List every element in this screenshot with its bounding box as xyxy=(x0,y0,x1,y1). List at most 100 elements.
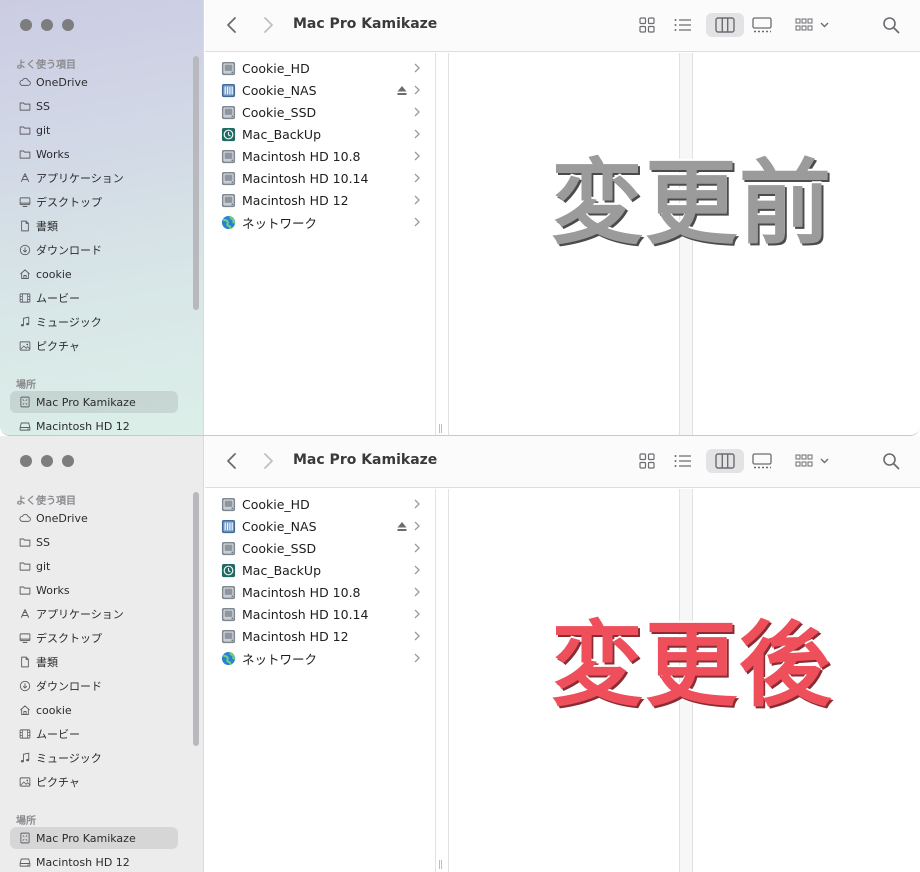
sidebar-scrollbar[interactable] xyxy=(193,56,199,310)
search-button[interactable] xyxy=(877,449,905,473)
volume-label: Macintosh HD 10.14 xyxy=(242,606,369,622)
volume-row[interactable]: Cookie_HD xyxy=(221,57,421,79)
forward-button[interactable] xyxy=(257,14,279,36)
sidebar-item[interactable]: アプリケーション xyxy=(10,603,178,625)
hard-drive-icon xyxy=(221,61,236,76)
sidebar-item[interactable]: 書類 xyxy=(10,651,178,673)
close-button[interactable] xyxy=(20,19,32,31)
gallery-view-button[interactable] xyxy=(748,449,776,473)
list-view-icon xyxy=(674,19,691,31)
gallery-view-button[interactable] xyxy=(748,13,776,37)
list-view-button[interactable] xyxy=(669,449,697,473)
volume-row[interactable]: Cookie_HD xyxy=(221,493,421,515)
icon-view-button[interactable] xyxy=(633,449,661,473)
sidebar-item[interactable]: SS xyxy=(10,95,178,117)
column-resize-handle[interactable]: || xyxy=(438,860,443,870)
nas-drive-icon xyxy=(221,83,236,98)
eject-icon[interactable] xyxy=(397,520,407,531)
sidebar-item[interactable]: アプリケーション xyxy=(10,167,178,189)
sidebar-item[interactable]: デスクトップ xyxy=(10,627,178,649)
group-by-button[interactable] xyxy=(793,13,833,37)
folder-icon xyxy=(18,99,32,113)
music-icon xyxy=(18,751,32,765)
toolbar: Mac Pro Kamikaze xyxy=(205,436,920,488)
sidebar-item-label: Works xyxy=(36,147,70,161)
sidebar-item[interactable]: git xyxy=(10,555,178,577)
volume-row[interactable]: Mac_BackUp xyxy=(221,559,421,581)
list-view-icon xyxy=(674,455,691,467)
minimize-button[interactable] xyxy=(41,455,53,467)
volume-row[interactable]: Cookie_SSD xyxy=(221,537,421,559)
folder-icon xyxy=(18,559,32,573)
sidebar-item[interactable]: cookie xyxy=(10,699,178,721)
sidebar-item-label: ミュージック xyxy=(36,752,102,765)
volume-row[interactable]: Mac_BackUp xyxy=(221,123,421,145)
volume-row[interactable]: Cookie_NAS xyxy=(221,515,421,537)
zoom-button[interactable] xyxy=(62,455,74,467)
search-icon xyxy=(883,453,900,470)
sidebar-item[interactable]: ムービー xyxy=(10,287,178,309)
column-view-button[interactable] xyxy=(706,449,744,473)
sidebar-item[interactable]: git xyxy=(10,119,178,141)
list-view-button[interactable] xyxy=(669,13,697,37)
sidebar-item[interactable]: Macintosh HD 12 xyxy=(10,851,178,872)
back-button[interactable] xyxy=(221,14,243,36)
back-button[interactable] xyxy=(221,450,243,472)
desktop-icon xyxy=(18,631,32,645)
sidebar-section-favorites: よく使う項目 xyxy=(16,496,76,507)
icon-view-button[interactable] xyxy=(633,13,661,37)
chevron-right-icon xyxy=(413,608,421,620)
icon-view-icon xyxy=(639,453,655,469)
toolbar: Mac Pro Kamikaze xyxy=(205,0,920,52)
volume-row[interactable]: Macintosh HD 12 xyxy=(221,189,421,211)
hard-drive-icon xyxy=(221,193,236,208)
sidebar-item[interactable]: SS xyxy=(10,531,178,553)
sidebar-item[interactable]: ムービー xyxy=(10,723,178,745)
volume-row[interactable]: Macintosh HD 10.8 xyxy=(221,581,421,603)
folder-icon xyxy=(18,535,32,549)
sidebar-item[interactable]: ミュージック xyxy=(10,311,178,333)
sidebar-item[interactable]: ダウンロード xyxy=(10,239,178,261)
column-view-button[interactable] xyxy=(706,13,744,37)
sidebar-item[interactable]: Works xyxy=(10,143,178,165)
zoom-button[interactable] xyxy=(62,19,74,31)
sidebar-item[interactable]: ミュージック xyxy=(10,747,178,769)
sidebar-item[interactable]: cookie xyxy=(10,263,178,285)
forward-button[interactable] xyxy=(257,450,279,472)
sidebar-item[interactable]: Mac Pro Kamikaze xyxy=(10,827,178,849)
sidebar-item[interactable]: ダウンロード xyxy=(10,675,178,697)
sidebar-item[interactable]: ピクチャ xyxy=(10,335,178,357)
volume-row[interactable]: ネットワーク xyxy=(221,211,421,233)
chevron-right-icon xyxy=(413,194,421,206)
sidebar-item-label: ピクチャ xyxy=(36,340,80,353)
sidebar-item[interactable]: Works xyxy=(10,579,178,601)
search-button[interactable] xyxy=(877,13,905,37)
sidebar-item[interactable]: OneDrive xyxy=(10,71,178,93)
column-divider[interactable] xyxy=(435,53,436,435)
group-by-button[interactable] xyxy=(793,449,833,473)
column-resize-handle[interactable]: || xyxy=(438,424,443,434)
volume-row[interactable]: Cookie_SSD xyxy=(221,101,421,123)
sidebar-item[interactable]: ピクチャ xyxy=(10,771,178,793)
sidebar-item[interactable]: デスクトップ xyxy=(10,191,178,213)
sidebar-item[interactable]: 書類 xyxy=(10,215,178,237)
eject-icon[interactable] xyxy=(397,84,407,95)
sidebar-scrollbar[interactable] xyxy=(193,492,199,746)
minimize-button[interactable] xyxy=(41,19,53,31)
folder-icon xyxy=(18,147,32,161)
sidebar-item[interactable]: OneDrive xyxy=(10,507,178,529)
home-icon xyxy=(18,267,32,281)
volume-row[interactable]: Macintosh HD 10.14 xyxy=(221,603,421,625)
column-divider[interactable] xyxy=(435,489,436,872)
volume-row[interactable]: Cookie_NAS xyxy=(221,79,421,101)
volume-row[interactable]: ネットワーク xyxy=(221,647,421,669)
volume-row[interactable]: Macintosh HD 12 xyxy=(221,625,421,647)
sidebar-item[interactable]: Mac Pro Kamikaze xyxy=(10,391,178,413)
sidebar-item-label: Macintosh HD 12 xyxy=(36,855,130,869)
gallery-view-icon xyxy=(752,453,772,469)
close-button[interactable] xyxy=(20,455,32,467)
sidebar-item[interactable]: Macintosh HD 12 xyxy=(10,415,178,435)
volume-row[interactable]: Macintosh HD 10.8 xyxy=(221,145,421,167)
volume-row[interactable]: Macintosh HD 10.14 xyxy=(221,167,421,189)
time-machine-icon xyxy=(221,563,236,578)
